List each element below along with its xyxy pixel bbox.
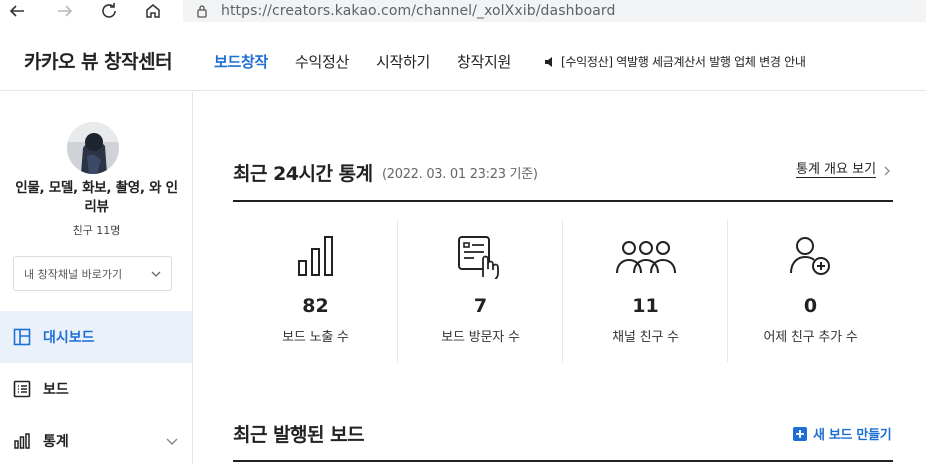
nav-support[interactable]: 창작지원 — [457, 51, 511, 72]
channel-name: 인물, 모델, 화보, 촬영, 와 인리뷰 — [15, 180, 178, 215]
new-board-button[interactable]: 새 보드 만들기 — [793, 424, 892, 443]
channel-select-dropdown[interactable]: 내 창작채널 바로가기 — [13, 256, 172, 291]
stat-new-friends: 0 어제 친구 추가 수 — [728, 220, 893, 362]
url-path: /channel/_xolXxib/dashboard — [411, 3, 616, 19]
add-user-icon — [789, 237, 830, 275]
sidebar-item-label: 보드 — [43, 382, 69, 398]
address-bar[interactable]: https://creators.kakao.com/channel/_xolX… — [183, 0, 926, 22]
recent-section-title: 최근 발행된 보드 — [233, 424, 365, 446]
home-button[interactable] — [142, 0, 164, 22]
stat-value: 11 — [632, 295, 659, 317]
bar-chart-icon — [14, 433, 30, 449]
chevron-right-icon — [884, 166, 890, 175]
reload-button[interactable] — [98, 0, 120, 22]
stat-label: 보드 노출 수 — [282, 330, 349, 345]
stats-overview-label: 통계 개요 보기 — [796, 162, 877, 178]
sidebar-item-label: 대시보드 — [43, 330, 95, 346]
nav-getting-started[interactable]: 시작하기 — [376, 51, 430, 72]
forward-arrow-icon — [58, 5, 73, 17]
stat-label: 보드 방문자 수 — [441, 330, 520, 345]
browser-toolbar: https://creators.kakao.com/channel/_xolX… — [0, 0, 926, 24]
url-text: https://creators.kakao.com/channel/_xolX… — [221, 3, 616, 19]
stat-channel-friends: 11 채널 친구 수 — [563, 220, 728, 362]
plus-square-icon — [793, 426, 807, 441]
stat-board-impressions: 82 보드 노출 수 — [233, 220, 398, 362]
home-icon — [146, 4, 160, 18]
recent-divider — [233, 460, 893, 462]
stat-value: 0 — [803, 295, 818, 317]
brand-title[interactable]: 카카오 뷰 창작센터 — [24, 47, 173, 74]
avatar — [67, 122, 119, 174]
board-list-icon — [13, 380, 31, 398]
stats-overview-link[interactable]: 통계 개요 보기 — [796, 163, 892, 178]
app-header: 카카오 뷰 창작센터 보드창작 수익정산 시작하기 창작지원 [수익정산] 역발… — [0, 25, 926, 91]
stats-section-title: 최근 24시간 통계 — [233, 163, 373, 185]
friend-count: 친구 11명 — [72, 224, 121, 237]
stat-value: 82 — [302, 295, 329, 317]
channel-select-label: 내 창작채널 바로가기 — [24, 267, 123, 281]
stat-label: 채널 친구 수 — [612, 330, 679, 345]
speaker-icon — [545, 56, 552, 67]
dashboard-icon — [13, 328, 31, 346]
global-nav: 보드창작 수익정산 시작하기 창작지원 — [214, 51, 538, 72]
stats-grid: 82 보드 노출 수 7 보드 방문자 수 11 채널 친구 수 0 어제 친구… — [233, 220, 893, 362]
reload-icon — [102, 3, 116, 18]
stat-board-visitors: 7 보드 방문자 수 — [398, 220, 563, 362]
board-tap-icon — [457, 236, 499, 279]
stats-timestamp: (2022. 03. 01 23:23 기준) — [382, 167, 538, 182]
forward-button[interactable] — [54, 0, 76, 22]
stats-divider — [233, 200, 893, 202]
chevron-down-icon — [151, 271, 161, 277]
sidebar: 인물, 모델, 화보, 촬영, 와 인리뷰 친구 11명 내 창작채널 바로가기… — [0, 92, 193, 464]
sidebar-item-board[interactable]: 보드 — [0, 363, 192, 415]
new-board-label: 새 보드 만들기 — [813, 428, 892, 443]
back-button[interactable] — [6, 0, 28, 22]
sidebar-item-stats[interactable]: 통계 — [0, 415, 192, 467]
back-arrow-icon — [9, 5, 24, 17]
nav-revenue[interactable]: 수익정산 — [295, 51, 349, 72]
url-host: https://creators.kakao.com — [221, 3, 412, 19]
stat-label: 어제 친구 추가 수 — [763, 330, 858, 345]
notice-banner[interactable]: [수익정산] 역발행 세금계산서 발행 업체 변경 안내 — [543, 53, 806, 70]
group-icon — [615, 241, 676, 274]
stat-value: 7 — [473, 295, 488, 317]
lock-icon — [197, 5, 207, 18]
sidebar-item-label: 통계 — [43, 434, 69, 450]
chevron-down-icon — [166, 438, 178, 445]
bar-chart-icon — [297, 236, 333, 276]
notice-text: [수익정산] 역발행 세금계산서 발행 업체 변경 안내 — [561, 55, 806, 69]
nav-board-create[interactable]: 보드창작 — [214, 51, 268, 72]
sidebar-item-dashboard[interactable]: 대시보드 — [0, 311, 192, 363]
